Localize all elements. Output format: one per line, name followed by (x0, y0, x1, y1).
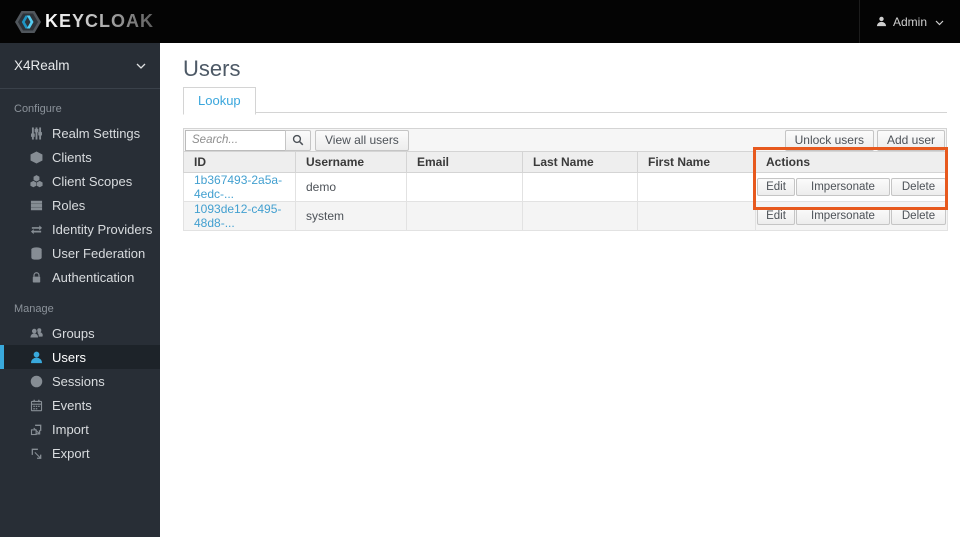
sidebar-item-events[interactable]: Events (0, 393, 160, 417)
delete-button[interactable]: Delete (891, 178, 946, 196)
chevron-down-icon (136, 57, 146, 75)
tab-bar: Lookup (183, 86, 947, 115)
last-name-cell (522, 201, 638, 231)
sliders-icon (30, 126, 43, 140)
realm-name: X4Realm (14, 58, 70, 73)
export-icon (30, 447, 43, 460)
sidebar-item-label: Import (52, 421, 89, 437)
sidebar-item-label: Authentication (52, 269, 135, 285)
sidebar-item-label: Clients (52, 149, 92, 165)
table-row: 1093de12-c495-48d8-... system Edit Imper… (183, 201, 948, 231)
edit-button[interactable]: Edit (757, 178, 795, 196)
edit-button[interactable]: Edit (757, 207, 795, 225)
sidebar-item-realm-settings[interactable]: Realm Settings (0, 121, 160, 145)
column-header-email: Email (406, 151, 523, 173)
table-header-row: ID Username Email Last Name First Name A… (183, 151, 948, 173)
sidebar-item-sessions[interactable]: Sessions (0, 369, 160, 393)
add-user-button[interactable]: Add user (876, 129, 945, 151)
username-cell: demo (295, 172, 407, 202)
sidebar-item-clients[interactable]: Clients (0, 145, 160, 169)
admin-label: Admin (892, 14, 927, 29)
impersonate-button[interactable]: Impersonate (796, 207, 890, 225)
cube-icon (30, 150, 43, 164)
keycloak-hexagon-icon (15, 9, 41, 35)
database-icon (30, 246, 43, 260)
column-header-last-name: Last Name (522, 151, 638, 173)
sidebar-item-label: Sessions (52, 373, 105, 389)
page-title: Users (183, 56, 241, 81)
sidebar-item-label: Client Scopes (52, 173, 133, 189)
email-cell (406, 172, 523, 202)
row-actions: Edit Impersonate Delete (757, 207, 946, 225)
sidebar-item-label: Roles (52, 197, 86, 213)
first-name-cell (637, 201, 756, 231)
realm-selector[interactable]: X4Realm (0, 43, 160, 89)
sidebar-item-label: Export (52, 445, 90, 461)
table-row: 1b367493-2a5a-4edc-... demo Edit Imperso… (183, 172, 948, 202)
user-id-link[interactable]: 1b367493-2a5a-4edc-... (194, 173, 282, 201)
user-id-link[interactable]: 1093de12-c495-48d8-... (194, 202, 281, 230)
tab-lookup[interactable]: Lookup (183, 87, 256, 115)
sidebar-item-identity-providers[interactable]: Identity Providers (0, 217, 160, 241)
row-actions: Edit Impersonate Delete (757, 178, 946, 196)
view-all-users-button[interactable]: View all users (315, 129, 409, 151)
sidebar-item-roles[interactable]: Roles (0, 193, 160, 217)
clock-icon (30, 375, 43, 388)
chevron-down-icon (935, 15, 944, 29)
first-name-cell (637, 172, 756, 202)
column-header-username: Username (295, 151, 407, 173)
user-icon (30, 351, 43, 364)
sidebar-item-export[interactable]: Export (0, 441, 160, 465)
column-header-actions: Actions (755, 151, 948, 173)
topbar: KEYCLOAK Admin (0, 0, 960, 43)
main-content: Users Lookup View all users Unlock users… (160, 43, 960, 540)
delete-button[interactable]: Delete (891, 207, 946, 225)
search-input[interactable] (185, 129, 285, 151)
calendar-icon (30, 399, 43, 412)
column-header-first-name: First Name (637, 151, 756, 173)
sidebar-item-groups[interactable]: Groups (0, 321, 160, 345)
keycloak-wordmark: KEYCLOAK (45, 11, 155, 31)
exchange-arrows-icon (30, 223, 43, 236)
sidebar-item-client-scopes[interactable]: Client Scopes (0, 169, 160, 193)
last-name-cell (522, 172, 638, 202)
unlock-users-button[interactable]: Unlock users (784, 129, 874, 151)
users-group-icon (30, 327, 43, 340)
search-button[interactable] (285, 129, 311, 151)
roles-icon (30, 199, 43, 212)
sidebar-item-users[interactable]: Users (0, 345, 160, 369)
sidebar-item-label: User Federation (52, 245, 146, 261)
column-header-id: ID (183, 151, 296, 173)
sidebar-item-label: Groups (52, 325, 95, 341)
sidebar-item-label: Events (52, 397, 92, 413)
sidebar-item-label: Users (52, 349, 86, 365)
users-table: ID Username Email Last Name First Name A… (183, 151, 948, 231)
admin-user-menu[interactable]: Admin (858, 0, 960, 43)
import-icon (30, 423, 43, 436)
search-icon (292, 134, 304, 146)
section-label-configure: Configure (14, 103, 62, 115)
lock-icon (30, 271, 43, 284)
impersonate-button[interactable]: Impersonate (796, 178, 890, 196)
user-icon (876, 16, 887, 27)
section-label-manage: Manage (14, 303, 54, 315)
cubes-icon (30, 174, 43, 188)
sidebar-item-label: Realm Settings (52, 125, 141, 141)
sidebar-item-authentication[interactable]: Authentication (0, 265, 160, 289)
sidebar-item-user-federation[interactable]: User Federation (0, 241, 160, 265)
sidebar-item-label: Identity Providers (52, 221, 153, 237)
keycloak-logo[interactable]: KEYCLOAK (0, 9, 154, 35)
table-toolbar: View all users Unlock users Add user (183, 128, 947, 151)
email-cell (406, 201, 523, 231)
sidebar-item-import[interactable]: Import (0, 417, 160, 441)
username-cell: system (295, 201, 407, 231)
sidebar: X4Realm Configure Realm Settings Clients (0, 43, 160, 537)
